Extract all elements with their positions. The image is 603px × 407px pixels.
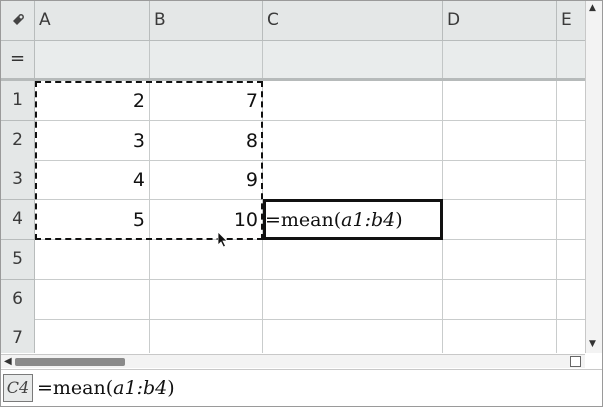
cell-a5[interactable] xyxy=(35,240,150,280)
grid-corner[interactable] xyxy=(1,1,35,41)
cell-b6[interactable] xyxy=(150,280,263,320)
entry-suffix: ) xyxy=(167,377,175,399)
cell-e6[interactable] xyxy=(557,280,585,320)
cell-d6[interactable] xyxy=(443,280,557,320)
cell-b3[interactable]: 9 xyxy=(150,160,263,200)
column-formula-row: = xyxy=(1,41,585,79)
cell-d1[interactable] xyxy=(443,81,557,121)
cell-b5[interactable] xyxy=(150,240,263,280)
cell-b4[interactable]: 10 xyxy=(150,200,263,240)
column-label: E xyxy=(561,10,572,30)
horizontal-scroll-thumb[interactable] xyxy=(15,358,125,366)
column-label: C xyxy=(267,10,279,30)
column-header-a[interactable]: A xyxy=(35,1,150,41)
formula-range: a1:b4 xyxy=(341,209,396,231)
formula-cell-a[interactable] xyxy=(35,41,150,79)
formula-prefix: =mean( xyxy=(265,209,342,231)
row-header-6[interactable]: 6 xyxy=(1,280,35,320)
cell-c7[interactable] xyxy=(263,319,443,353)
column-header-e[interactable]: E xyxy=(557,1,585,41)
cell-c2[interactable] xyxy=(263,121,443,161)
formula-row-label: = xyxy=(1,41,35,79)
entry-line: C4 =mean(a1:b4) xyxy=(1,369,602,406)
scroll-up-icon[interactable]: ▲ xyxy=(589,3,596,13)
column-label: B xyxy=(154,10,166,30)
variable-link-icon xyxy=(13,14,24,25)
scroll-down-icon[interactable]: ▼ xyxy=(589,339,596,349)
column-header-d[interactable]: D xyxy=(443,1,557,41)
cell-d7[interactable] xyxy=(443,319,557,353)
formula-cell-b[interactable] xyxy=(150,41,263,79)
cell-d3[interactable] xyxy=(443,160,557,200)
spreadsheet-grid: A B C D E = 1 2 3 4 5 6 7 2 7 3 8 4 9 5 … xyxy=(1,1,585,353)
row-header-4[interactable]: 4 xyxy=(1,200,35,240)
row-header-1[interactable]: 1 xyxy=(1,81,35,121)
cell-d4[interactable] xyxy=(443,200,557,240)
row-header-7[interactable]: 7 xyxy=(1,319,35,353)
row-header-2[interactable]: 2 xyxy=(1,121,35,161)
cell-reference-box: C4 xyxy=(3,374,33,402)
cell-c3[interactable] xyxy=(263,160,443,200)
formula-cell-d[interactable] xyxy=(443,41,557,79)
formula-suffix: ) xyxy=(395,209,403,231)
cell-e1[interactable] xyxy=(557,81,585,121)
entry-prefix: =mean( xyxy=(37,377,114,399)
scroll-left-icon[interactable]: ◀ xyxy=(4,355,12,368)
cell-a3[interactable]: 4 xyxy=(35,160,150,200)
cell-e7[interactable] xyxy=(557,319,585,353)
row-header-5[interactable]: 5 xyxy=(1,240,35,280)
cell-b1[interactable]: 7 xyxy=(150,81,263,121)
column-header-c[interactable]: C xyxy=(263,1,443,41)
cell-e4[interactable] xyxy=(557,200,585,240)
column-header-b[interactable]: B xyxy=(150,1,263,41)
cell-a4[interactable]: 5 xyxy=(35,200,150,240)
column-label: A xyxy=(39,10,51,30)
vertical-scrollbar[interactable]: ▲ ▼ xyxy=(585,1,602,353)
cell-c4[interactable]: =mean(a1:b4) xyxy=(263,200,443,240)
cell-b2[interactable]: 8 xyxy=(150,121,263,161)
cell-e3[interactable] xyxy=(557,160,585,200)
cell-a1[interactable]: 2 xyxy=(35,81,150,121)
row-header-3[interactable]: 3 xyxy=(1,160,35,200)
cell-a2[interactable]: 3 xyxy=(35,121,150,161)
cell-a7[interactable] xyxy=(35,319,150,353)
cell-c5[interactable] xyxy=(263,240,443,280)
cell-b7[interactable] xyxy=(150,319,263,353)
formula-cell-c[interactable] xyxy=(263,41,443,79)
cell-c1[interactable] xyxy=(263,81,443,121)
cell-a6[interactable] xyxy=(35,280,150,320)
cell-c6[interactable] xyxy=(263,280,443,320)
horizontal-scrollbar[interactable]: ◀ xyxy=(1,354,585,368)
entry-range: a1:b4 xyxy=(113,377,168,399)
cell-d2[interactable] xyxy=(443,121,557,161)
mouse-pointer-icon xyxy=(217,231,228,248)
scroll-right-icon[interactable] xyxy=(570,356,581,367)
cell-e2[interactable] xyxy=(557,121,585,161)
cell-e5[interactable] xyxy=(557,240,585,280)
column-label: D xyxy=(447,10,461,30)
entry-line-input[interactable]: =mean(a1:b4) xyxy=(37,374,175,402)
cell-d5[interactable] xyxy=(443,240,557,280)
